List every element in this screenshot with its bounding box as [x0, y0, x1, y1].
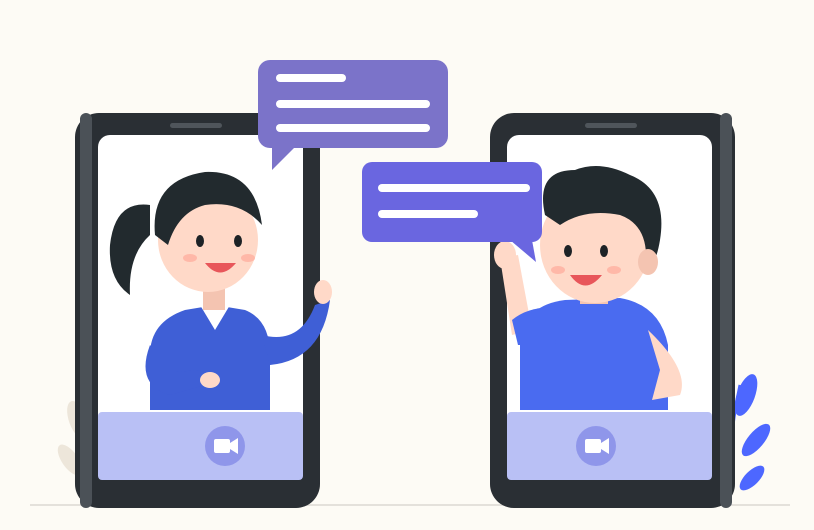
video-camera-icon [214, 438, 238, 454]
message-line [276, 124, 430, 132]
message-line [378, 184, 530, 192]
message-line [276, 100, 430, 108]
illustration-canvas [0, 0, 814, 530]
video-chat-illustration [0, 0, 814, 530]
message-line [378, 210, 478, 218]
video-camera-icon [585, 438, 609, 454]
left-phone-speaker [170, 123, 222, 128]
left-call-bar [98, 412, 303, 480]
message-line [276, 74, 346, 82]
right-phone-speaker [585, 123, 637, 128]
left-phone [75, 113, 332, 508]
